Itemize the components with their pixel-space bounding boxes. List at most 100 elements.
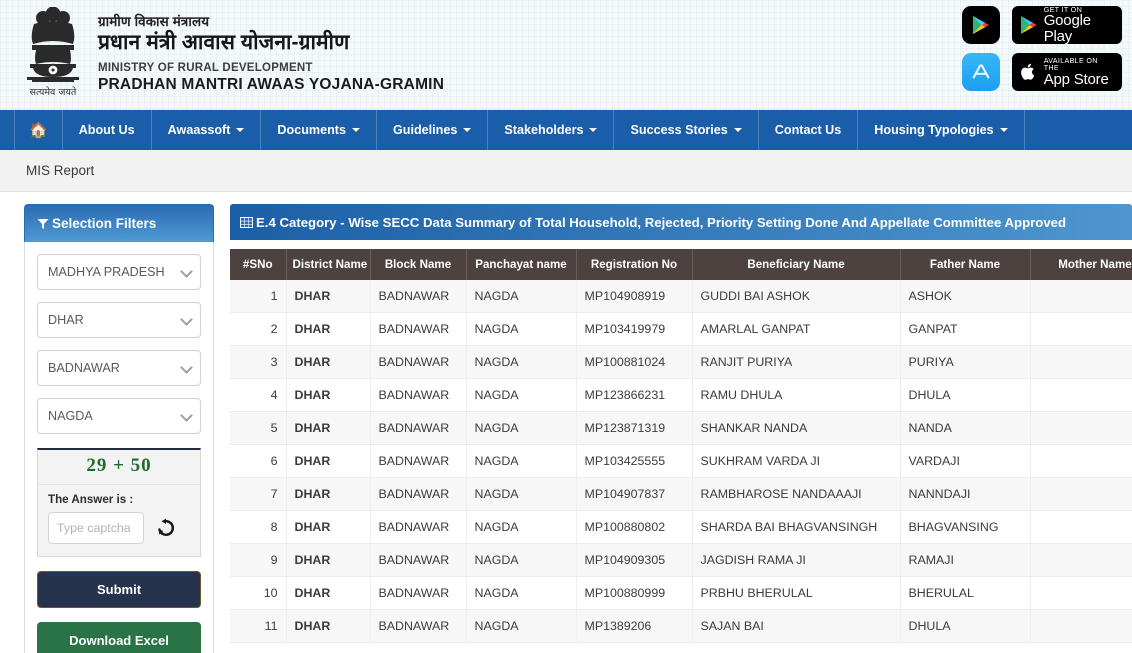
table-row: 9 DHAR BADNAWAR NAGDA MP104909305 JAGDISH RAM… <box>230 543 1132 577</box>
table-row: 3 DHAR BADNAWAR NAGDA MP100881024 RANJIT PURI… <box>230 345 1132 379</box>
cell-registration: MP123866231 <box>576 378 693 412</box>
cell-block: BADNAWAR <box>370 378 467 412</box>
col-header-beneficiary[interactable]: Beneficiary Name <box>692 249 901 280</box>
ministry-name-english: MINISTRY OF RURAL DEVELOPMENT <box>98 61 313 74</box>
col-header-sno[interactable]: #SNo <box>230 249 287 280</box>
report-table-scroll[interactable]: #SNo District Name Block Name Panchayat … <box>230 240 1132 643</box>
cell-father: RAMAJI <box>900 543 1031 577</box>
cell-block: BADNAWAR <box>370 510 467 544</box>
download-excel-button[interactable]: Download Excel <box>37 622 201 653</box>
cell-registration: MP1389206 <box>576 609 693 643</box>
nav-item-housing-typologies[interactable]: Housing Typologies <box>858 110 1025 150</box>
cell-panchayat: NAGDA <box>466 543 577 577</box>
main-navigation: 🏠 About Us Awaassoft Documents Guideline… <box>0 110 1132 150</box>
cell-registration: MP104909305 <box>576 543 693 577</box>
cell-sno: 3 <box>230 345 287 379</box>
chevron-down-icon <box>352 128 360 132</box>
nav-item-contact-us[interactable]: Contact Us <box>759 110 859 150</box>
grid-icon <box>240 216 253 228</box>
table-row: 10 DHAR BADNAWAR NAGDA MP100880999 PRBHU BHER… <box>230 576 1132 610</box>
cell-block: BADNAWAR <box>370 312 467 346</box>
cell-district: DHAR <box>286 576 371 610</box>
table-row: 5 DHAR BADNAWAR NAGDA MP123871319 SHANKAR NAN… <box>230 411 1132 445</box>
cell-block: BADNAWAR <box>370 543 467 577</box>
cell-beneficiary: SAJAN BAI <box>692 609 901 643</box>
cell-panchayat: NAGDA <box>466 345 577 379</box>
selection-filters-header: Selection Filters <box>24 204 214 242</box>
app-store-badge[interactable]: Available on the App Store <box>1012 53 1122 91</box>
cell-district: DHAR <box>286 543 371 577</box>
cell-district: DHAR <box>286 444 371 478</box>
content-area: Selection Filters MADHYA PRADESH DHAR BA… <box>0 192 1132 653</box>
nav-item-guidelines[interactable]: Guidelines <box>377 110 489 150</box>
col-header-father[interactable]: Father Name <box>900 249 1031 280</box>
cell-sno: 9 <box>230 543 287 577</box>
col-header-panchayat[interactable]: Panchayat name <box>466 249 577 280</box>
cell-father: BHAGVANSING <box>900 510 1031 544</box>
apple-logo-icon <box>1021 63 1035 80</box>
cell-sno: 7 <box>230 477 287 511</box>
cell-mother <box>1030 576 1132 610</box>
report-area: E.4 Category - Wise SECC Data Summary of… <box>230 204 1132 652</box>
cell-panchayat: NAGDA <box>466 444 577 478</box>
refresh-icon[interactable] <box>156 518 176 538</box>
cell-registration: MP103425555 <box>576 444 693 478</box>
nav-label: Housing Typologies <box>874 123 994 137</box>
col-header-registration[interactable]: Registration No <box>576 249 693 280</box>
cell-father: NANDA <box>900 411 1031 445</box>
submit-button[interactable]: Submit <box>37 571 201 608</box>
cell-district: DHAR <box>286 477 371 511</box>
cell-father: NANNDAJI <box>900 477 1031 511</box>
google-play-badge[interactable]: GET IT ON Google Play <box>1012 6 1122 44</box>
chevron-down-icon <box>589 128 598 132</box>
nav-label: Guidelines <box>393 123 458 137</box>
app-store-row: Available on the App Store <box>962 53 1122 91</box>
col-header-mother[interactable]: Mother Name <box>1030 249 1132 280</box>
cell-father: PURIYA <box>900 345 1031 379</box>
ministry-name-hindi: ग्रामीण विकास मंत्रालय <box>98 14 210 30</box>
panchayat-select[interactable]: NAGDA <box>37 398 201 434</box>
nav-label: Stakeholders <box>504 123 584 137</box>
cell-district: DHAR <box>286 280 371 313</box>
table-row: 1 DHAR BADNAWAR NAGDA MP104908919 GUDDI BAI A… <box>230 280 1132 313</box>
cell-mother <box>1030 477 1132 511</box>
cell-block: BADNAWAR <box>370 280 467 313</box>
cell-district: DHAR <box>286 411 371 445</box>
nav-item-home[interactable]: 🏠 <box>14 110 63 150</box>
nav-item-documents[interactable]: Documents <box>261 110 377 150</box>
report-title: E.4 Category - Wise SECC Data Summary of… <box>256 214 1067 230</box>
play-triangle-icon <box>1020 16 1037 34</box>
state-select[interactable]: MADHYA PRADESH <box>37 254 201 290</box>
captcha-box: 29 + 50 The Answer is : <box>37 448 201 557</box>
cell-registration: MP103419979 <box>576 312 693 346</box>
breadcrumb: MIS Report <box>0 150 1132 192</box>
nav-item-awaassoft[interactable]: Awaassoft <box>152 110 262 150</box>
nav-item-success-stories[interactable]: Success Stories <box>614 110 759 150</box>
filter-icon <box>37 218 49 229</box>
col-header-district[interactable]: District Name <box>286 249 371 280</box>
table-row: 2 DHAR BADNAWAR NAGDA MP103419979 AMARLAL GAN… <box>230 312 1132 346</box>
app-store-icon[interactable] <box>962 53 1000 91</box>
google-play-icon[interactable] <box>962 6 1000 44</box>
cell-panchayat: NAGDA <box>466 609 577 643</box>
block-select[interactable]: BADNAWAR <box>37 350 201 386</box>
cell-father: BHERULAL <box>900 576 1031 610</box>
captcha-question: 29 + 50 <box>38 450 200 485</box>
chevron-down-icon <box>236 128 245 132</box>
captcha-answer-label: The Answer is : <box>48 493 134 506</box>
app-store-badges: GET IT ON Google Play AVAILABLE ON THE A… <box>962 6 1122 91</box>
cell-father: DHULA <box>900 609 1031 643</box>
captcha-answer-row <box>48 512 190 544</box>
district-select[interactable]: DHAR <box>37 302 201 338</box>
table-row: 11 DHAR BADNAWAR NAGDA MP1389206 SAJAN BAI DHU… <box>230 609 1132 643</box>
nav-item-about-us[interactable]: About Us <box>63 110 152 150</box>
nav-label: About Us <box>78 123 135 137</box>
col-header-block[interactable]: Block Name <box>370 249 467 280</box>
nav-label: Success Stories <box>630 123 728 137</box>
table-header-row: #SNo District Name Block Name Panchayat … <box>230 249 1132 280</box>
nav-item-stakeholders[interactable]: Stakeholders <box>488 110 615 150</box>
state-select-wrapper: MADHYA PRADESH <box>37 254 201 302</box>
nav-label: Contact Us <box>774 123 842 137</box>
captcha-input[interactable] <box>48 512 144 544</box>
selection-filters-body: MADHYA PRADESH DHAR BADNAWAR NAGDA 29 + … <box>24 242 214 653</box>
